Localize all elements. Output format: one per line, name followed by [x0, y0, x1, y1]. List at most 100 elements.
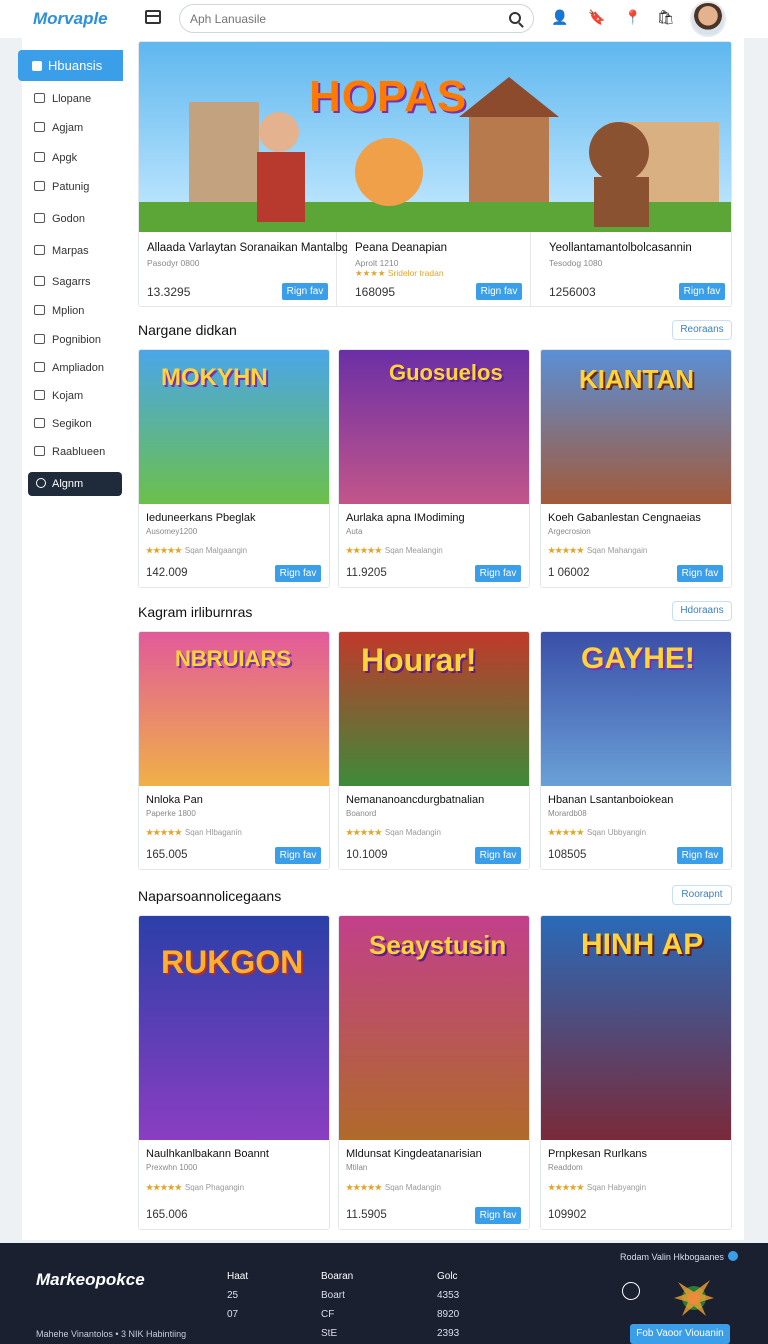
- search-box[interactable]: [179, 4, 534, 33]
- rign-fav-button[interactable]: Rign fav: [275, 565, 321, 582]
- info-dot-icon: [727, 1251, 738, 1261]
- cart-icon[interactable]: 🛍: [657, 9, 675, 25]
- user-icon[interactable]: 👤: [551, 9, 568, 25]
- rating-stars: ★★★★★ Sqan Madangin: [346, 1183, 441, 1192]
- footer-logo[interactable]: Markeopokce: [36, 1270, 145, 1290]
- rating-stars: ★★★★★ Sqan Habyangin: [548, 1183, 647, 1192]
- hero-card-stars: ★★★★ Sridelor tradan: [355, 268, 444, 278]
- rating-stars: ★★★★★ Sqan Phagangin: [146, 1183, 245, 1192]
- game-price: 142.009: [146, 567, 188, 579]
- hero-banner[interactable]: HOPAS Allaada Varlaytan Soranaikan Manta…: [138, 41, 732, 307]
- rating-stars: ★★★★★ Sqan Hlbaganin: [146, 828, 242, 837]
- menu-icon[interactable]: [145, 10, 161, 24]
- game-card[interactable]: Seaystusin Mldunsat Kingdeatanarisian Mt…: [338, 915, 530, 1230]
- game-card[interactable]: Hourar! Nemananoancdurgbatnalian Boanord…: [338, 631, 530, 870]
- clock-icon[interactable]: [622, 1282, 640, 1300]
- rign-fav-button[interactable]: Rign fav: [275, 847, 321, 864]
- location-icon[interactable]: 📍: [624, 9, 641, 25]
- bookmark-icon[interactable]: 🔖: [588, 9, 605, 25]
- game-art-title: Guosuelos: [389, 360, 503, 385]
- game-card[interactable]: HINH AP Prnpkesan Rurlkans Readdom ★★★★★…: [540, 915, 732, 1230]
- hero-card-price: 168095: [355, 285, 396, 299]
- rign-fav-button[interactable]: Rign fav: [679, 283, 725, 300]
- sidebar-item[interactable]: Pognibion: [34, 331, 101, 349]
- game-sub: Boanord: [346, 809, 377, 818]
- game-card[interactable]: MOKYHN Ieduneerkans Pbeglak Ausomey1200 …: [138, 349, 330, 588]
- game-price: 11.5905: [346, 1209, 387, 1221]
- hero-card[interactable]: Allaada Varlaytan Soranaikan Mantalbg Pa…: [139, 232, 348, 306]
- game-art-title: GAYHE!: [581, 642, 695, 675]
- app-logo[interactable]: Morvaple: [33, 9, 108, 29]
- game-card[interactable]: GAYHE! Hbanan Lsantanboiokean Morardb08 …: [540, 631, 732, 870]
- hero-card-sub: Aprolt 1210: [355, 258, 399, 268]
- rign-fav-button[interactable]: Rign fav: [476, 283, 522, 300]
- game-card[interactable]: NBRUIARS Nnloka Pan Paperke 1800 ★★★★★ Sq…: [138, 631, 330, 870]
- game-title: Naulhkanlbakann Boannt: [146, 1148, 269, 1160]
- rating-stars: ★★★★★ Sqan Ubbyangin: [548, 828, 647, 837]
- chat-icon: [34, 276, 45, 286]
- rign-fav-button[interactable]: Rign fav: [677, 847, 723, 864]
- game-card[interactable]: KIANTAN Koeh Gabanlestan Cengnaeias Arge…: [540, 349, 732, 588]
- sidebar: Hbuansis Llopane Agjam Apgk Patunig Godo…: [18, 40, 126, 500]
- search-icon[interactable]: [509, 12, 521, 24]
- home-icon: [32, 61, 42, 71]
- search-icon: [34, 362, 45, 372]
- section-title: Nargane didkan: [138, 322, 237, 338]
- sidebar-item-dark[interactable]: Algnm: [28, 472, 122, 496]
- sidebar-item[interactable]: Llopane: [34, 90, 91, 108]
- sidebar-item[interactable]: Sagarrs: [34, 273, 91, 291]
- sidebar-item[interactable]: Patunig: [34, 178, 89, 196]
- game-art-title: RUKGON: [161, 944, 304, 980]
- home-icon: [34, 152, 45, 162]
- top-bar: Morvaple 👤 🔖 📍 🛍: [0, 0, 768, 38]
- sidebar-item[interactable]: Raablueen: [34, 443, 105, 461]
- rign-fav-button[interactable]: Rign fav: [677, 565, 723, 582]
- avatar[interactable]: [690, 1, 726, 37]
- see-more-button[interactable]: Reoraans: [672, 320, 732, 340]
- hero-card[interactable]: Peana Deanapian Aprolt 1210 ★★★★ Sridelo…: [347, 232, 531, 306]
- game-sub: Argecrosion: [548, 527, 591, 536]
- see-more-button[interactable]: Roorapnt: [672, 885, 732, 905]
- sidebar-item[interactable]: Agjam: [34, 119, 83, 137]
- hero-card-title: Yeollantamantolbolcasannin: [549, 242, 692, 254]
- search-icon: [34, 213, 45, 223]
- rign-fav-button[interactable]: Rign fav: [475, 847, 521, 864]
- sidebar-item[interactable]: Godon: [34, 210, 85, 228]
- sidebar-item[interactable]: Ampliadon: [34, 359, 104, 377]
- rign-fav-button[interactable]: Rign fav: [475, 565, 521, 582]
- sidebar-item[interactable]: Apgk: [34, 149, 77, 167]
- hero-title-art: HOPAS: [309, 72, 468, 121]
- rating-stars: ★★★★★ Sqan Mealangin: [346, 546, 443, 555]
- info-icon: [34, 390, 45, 400]
- search-input[interactable]: [190, 10, 490, 28]
- game-art-title: Hourar!: [361, 642, 477, 678]
- game-title: Aurlaka apna IModiming: [346, 512, 465, 524]
- see-more-button[interactable]: Hdoraans: [672, 601, 732, 621]
- hero-card[interactable]: Yeollantamantolbolcasannin Tesodog 1080 …: [541, 232, 731, 306]
- sidebar-item[interactable]: Mplion: [34, 302, 84, 320]
- hero-card-price: 13.3295: [147, 285, 191, 299]
- footer: Markeopokce Mahehe Vinantolos • 3 NIK Ha…: [0, 1243, 768, 1344]
- rign-fav-button[interactable]: Rign fav: [282, 283, 328, 300]
- sidebar-item-active[interactable]: Hbuansis: [18, 50, 123, 81]
- footer-news[interactable]: Rodam Valin Hkbogaanes: [620, 1251, 738, 1262]
- sidebar-item[interactable]: Marpas: [34, 242, 89, 260]
- target-icon: [34, 418, 45, 428]
- hero-card-price: 1256003: [549, 285, 596, 299]
- game-title: Prnpkesan Rurlkans: [548, 1148, 648, 1160]
- footer-cta-button[interactable]: Fob Vaoor Viouanin: [630, 1324, 730, 1344]
- hero-card-sub: Tesodog 1080: [549, 258, 603, 268]
- game-title: Koeh Gabanlestan Cengnaeias: [548, 512, 701, 524]
- sidebar-item[interactable]: Kojam: [34, 387, 83, 405]
- sidebar-item[interactable]: Segikon: [34, 415, 92, 433]
- game-art-title: NBRUIARS: [175, 646, 292, 671]
- game-card[interactable]: RUKGON Naulhkanlbakann Boannt Prexwhn 10…: [138, 915, 330, 1230]
- game-sub: Prexwhn 1000: [146, 1163, 198, 1172]
- game-price: 109902: [548, 1209, 587, 1221]
- game-price: 165.006: [146, 1209, 188, 1221]
- game-sub: Morardb08: [548, 809, 587, 818]
- rign-fav-button[interactable]: Rign fav: [475, 1207, 521, 1224]
- list-icon: [34, 305, 45, 315]
- game-card[interactable]: Guosuelos Aurlaka apna IModiming Auta ★★…: [338, 349, 530, 588]
- hero-card-title: Allaada Varlaytan Soranaikan Mantalbg: [147, 242, 349, 254]
